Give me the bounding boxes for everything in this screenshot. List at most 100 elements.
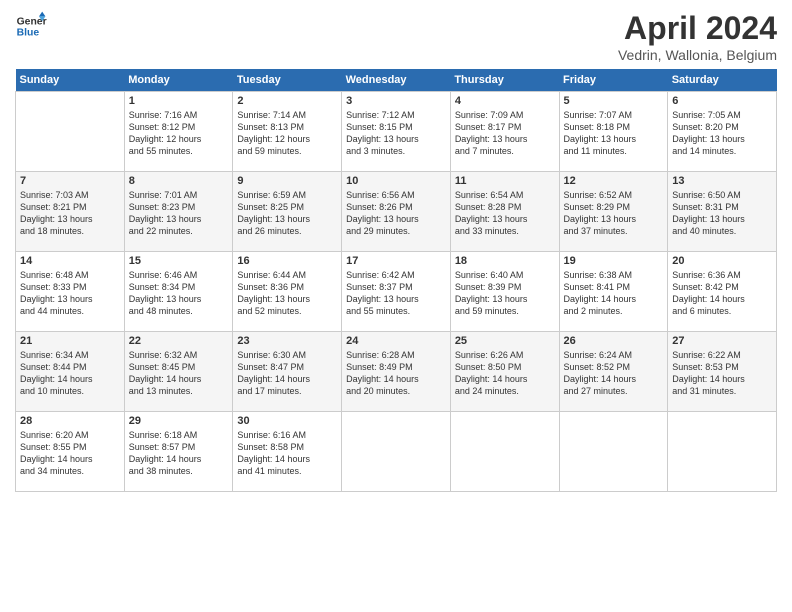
day-info: Sunrise: 6:18 AM Sunset: 8:57 PM Dayligh… bbox=[129, 429, 229, 478]
header: General Blue April 2024 Vedrin, Wallonia… bbox=[15, 10, 777, 63]
table-row: 18Sunrise: 6:40 AM Sunset: 8:39 PM Dayli… bbox=[450, 252, 559, 332]
day-number: 22 bbox=[129, 335, 229, 347]
table-row: 27 Sunrise: 6:22 AM Sunset: 8:53 PM Dayli… bbox=[668, 332, 777, 412]
day-number: 16 bbox=[237, 255, 337, 267]
table-row: 15Sunrise: 6:46 AM Sunset: 8:34 PM Dayli… bbox=[124, 252, 233, 332]
day-info: Sunrise: 6:59 AM Sunset: 8:25 PM Dayligh… bbox=[237, 189, 337, 238]
day-info: Sunrise: 6:56 AM Sunset: 8:26 PM Dayligh… bbox=[346, 189, 446, 238]
table-row: 1 Sunrise: 7:16 AM Sunset: 8:12 PM Daylig… bbox=[124, 92, 233, 172]
day-number: 5 bbox=[564, 95, 664, 107]
table-row: 16Sunrise: 6:44 AM Sunset: 8:36 PM Dayli… bbox=[233, 252, 342, 332]
day-info: Sunrise: 7:07 AM Sunset: 8:18 PM Dayligh… bbox=[564, 109, 664, 158]
day-number: 30 bbox=[237, 415, 337, 427]
col-thursday: Thursday bbox=[450, 69, 559, 92]
day-info: Sunrise: 6:28 AM Sunset: 8:49 PM Dayligh… bbox=[346, 349, 446, 398]
table-row: 2 Sunrise: 7:14 AM Sunset: 8:13 PM Daylig… bbox=[233, 92, 342, 172]
col-tuesday: Tuesday bbox=[233, 69, 342, 92]
day-info: Sunrise: 7:05 AM Sunset: 8:20 PM Dayligh… bbox=[672, 109, 772, 158]
col-sunday: Sunday bbox=[16, 69, 125, 92]
table-row: 5 Sunrise: 7:07 AM Sunset: 8:18 PM Daylig… bbox=[559, 92, 668, 172]
day-info: Sunrise: 6:40 AM Sunset: 8:39 PM Dayligh… bbox=[455, 269, 555, 318]
day-number: 4 bbox=[455, 95, 555, 107]
day-number: 20 bbox=[672, 255, 772, 267]
day-info: Sunrise: 6:38 AM Sunset: 8:41 PM Dayligh… bbox=[564, 269, 664, 318]
day-info: Sunrise: 6:24 AM Sunset: 8:52 PM Dayligh… bbox=[564, 349, 664, 398]
day-number: 25 bbox=[455, 335, 555, 347]
table-row: 28 Sunrise: 6:20 AM Sunset: 8:55 PM Dayli… bbox=[16, 412, 125, 492]
table-row: 30 Sunrise: 6:16 AM Sunset: 8:58 PM Dayli… bbox=[233, 412, 342, 492]
table-row: 25 Sunrise: 6:26 AM Sunset: 8:50 PM Dayli… bbox=[450, 332, 559, 412]
table-row: 26 Sunrise: 6:24 AM Sunset: 8:52 PM Dayli… bbox=[559, 332, 668, 412]
day-number: 12 bbox=[564, 175, 664, 187]
day-number: 6 bbox=[672, 95, 772, 107]
table-row: 4 Sunrise: 7:09 AM Sunset: 8:17 PM Daylig… bbox=[450, 92, 559, 172]
calendar-week-5: 28 Sunrise: 6:20 AM Sunset: 8:55 PM Dayli… bbox=[16, 412, 777, 492]
day-number: 24 bbox=[346, 335, 446, 347]
day-info: Sunrise: 7:03 AM Sunset: 8:21 PM Dayligh… bbox=[20, 189, 120, 238]
title-block: April 2024 Vedrin, Wallonia, Belgium bbox=[618, 10, 777, 63]
day-info: Sunrise: 7:14 AM Sunset: 8:13 PM Dayligh… bbox=[237, 109, 337, 158]
day-number: 17 bbox=[346, 255, 446, 267]
day-info: Sunrise: 6:32 AM Sunset: 8:45 PM Dayligh… bbox=[129, 349, 229, 398]
table-row bbox=[16, 92, 125, 172]
day-info: Sunrise: 6:20 AM Sunset: 8:55 PM Dayligh… bbox=[20, 429, 120, 478]
table-row bbox=[668, 412, 777, 492]
day-number: 3 bbox=[346, 95, 446, 107]
day-info: Sunrise: 6:52 AM Sunset: 8:29 PM Dayligh… bbox=[564, 189, 664, 238]
table-row: 21 Sunrise: 6:34 AM Sunset: 8:44 PM Dayli… bbox=[16, 332, 125, 412]
day-info: Sunrise: 6:42 AM Sunset: 8:37 PM Dayligh… bbox=[346, 269, 446, 318]
day-number: 26 bbox=[564, 335, 664, 347]
day-number: 29 bbox=[129, 415, 229, 427]
table-row: 8 Sunrise: 7:01 AM Sunset: 8:23 PM Daylig… bbox=[124, 172, 233, 252]
table-row: 20 Sunrise: 6:36 AM Sunset: 8:42 PM Dayli… bbox=[668, 252, 777, 332]
day-number: 28 bbox=[20, 415, 120, 427]
table-row: 14Sunrise: 6:48 AM Sunset: 8:33 PM Dayli… bbox=[16, 252, 125, 332]
day-info: Sunrise: 6:36 AM Sunset: 8:42 PM Dayligh… bbox=[672, 269, 772, 318]
day-info: Sunrise: 6:16 AM Sunset: 8:58 PM Dayligh… bbox=[237, 429, 337, 478]
day-info: Sunrise: 6:46 AM Sunset: 8:34 PM Dayligh… bbox=[129, 269, 229, 318]
month-year-title: April 2024 bbox=[618, 10, 777, 47]
day-number: 1 bbox=[129, 95, 229, 107]
table-row: 12 Sunrise: 6:52 AM Sunset: 8:29 PM Dayli… bbox=[559, 172, 668, 252]
table-row: 10 Sunrise: 6:56 AM Sunset: 8:26 PM Dayli… bbox=[342, 172, 451, 252]
day-number: 8 bbox=[129, 175, 229, 187]
table-row: 13 Sunrise: 6:50 AM Sunset: 8:31 PM Dayli… bbox=[668, 172, 777, 252]
day-number: 11 bbox=[455, 175, 555, 187]
day-info: Sunrise: 6:48 AM Sunset: 8:33 PM Dayligh… bbox=[20, 269, 120, 318]
table-row: 17 Sunrise: 6:42 AM Sunset: 8:37 PM Dayli… bbox=[342, 252, 451, 332]
table-row: 24 Sunrise: 6:28 AM Sunset: 8:49 PM Dayli… bbox=[342, 332, 451, 412]
day-info: Sunrise: 7:01 AM Sunset: 8:23 PM Dayligh… bbox=[129, 189, 229, 238]
day-info: Sunrise: 6:22 AM Sunset: 8:53 PM Dayligh… bbox=[672, 349, 772, 398]
table-row bbox=[559, 412, 668, 492]
day-info: Sunrise: 7:12 AM Sunset: 8:15 PM Dayligh… bbox=[346, 109, 446, 158]
calendar-table: Sunday Monday Tuesday Wednesday Thursday… bbox=[15, 69, 777, 492]
day-number: 23 bbox=[237, 335, 337, 347]
page-container: General Blue April 2024 Vedrin, Wallonia… bbox=[0, 0, 792, 502]
day-info: Sunrise: 6:50 AM Sunset: 8:31 PM Dayligh… bbox=[672, 189, 772, 238]
table-row: 23 Sunrise: 6:30 AM Sunset: 8:47 PM Dayli… bbox=[233, 332, 342, 412]
table-row: 9 Sunrise: 6:59 AM Sunset: 8:25 PM Daylig… bbox=[233, 172, 342, 252]
day-number: 13 bbox=[672, 175, 772, 187]
table-row: 29 Sunrise: 6:18 AM Sunset: 8:57 PM Dayli… bbox=[124, 412, 233, 492]
calendar-week-4: 21 Sunrise: 6:34 AM Sunset: 8:44 PM Dayli… bbox=[16, 332, 777, 412]
day-number: 27 bbox=[672, 335, 772, 347]
svg-text:Blue: Blue bbox=[17, 28, 40, 39]
day-number: 2 bbox=[237, 95, 337, 107]
calendar-week-1: 1 Sunrise: 7:16 AM Sunset: 8:12 PM Daylig… bbox=[16, 92, 777, 172]
day-info: Sunrise: 7:09 AM Sunset: 8:17 PM Dayligh… bbox=[455, 109, 555, 158]
day-number: 9 bbox=[237, 175, 337, 187]
logo: General Blue bbox=[15, 10, 47, 42]
col-wednesday: Wednesday bbox=[342, 69, 451, 92]
day-number: 19 bbox=[564, 255, 664, 267]
location-subtitle: Vedrin, Wallonia, Belgium bbox=[618, 47, 777, 63]
day-number: 7 bbox=[20, 175, 120, 187]
table-row: 3 Sunrise: 7:12 AM Sunset: 8:15 PM Daylig… bbox=[342, 92, 451, 172]
day-number: 10 bbox=[346, 175, 446, 187]
day-number: 21 bbox=[20, 335, 120, 347]
calendar-week-3: 14Sunrise: 6:48 AM Sunset: 8:33 PM Dayli… bbox=[16, 252, 777, 332]
day-info: Sunrise: 6:26 AM Sunset: 8:50 PM Dayligh… bbox=[455, 349, 555, 398]
day-info: Sunrise: 7:16 AM Sunset: 8:12 PM Dayligh… bbox=[129, 109, 229, 158]
day-info: Sunrise: 6:34 AM Sunset: 8:44 PM Dayligh… bbox=[20, 349, 120, 398]
calendar-header-row: Sunday Monday Tuesday Wednesday Thursday… bbox=[16, 69, 777, 92]
day-info: Sunrise: 6:30 AM Sunset: 8:47 PM Dayligh… bbox=[237, 349, 337, 398]
